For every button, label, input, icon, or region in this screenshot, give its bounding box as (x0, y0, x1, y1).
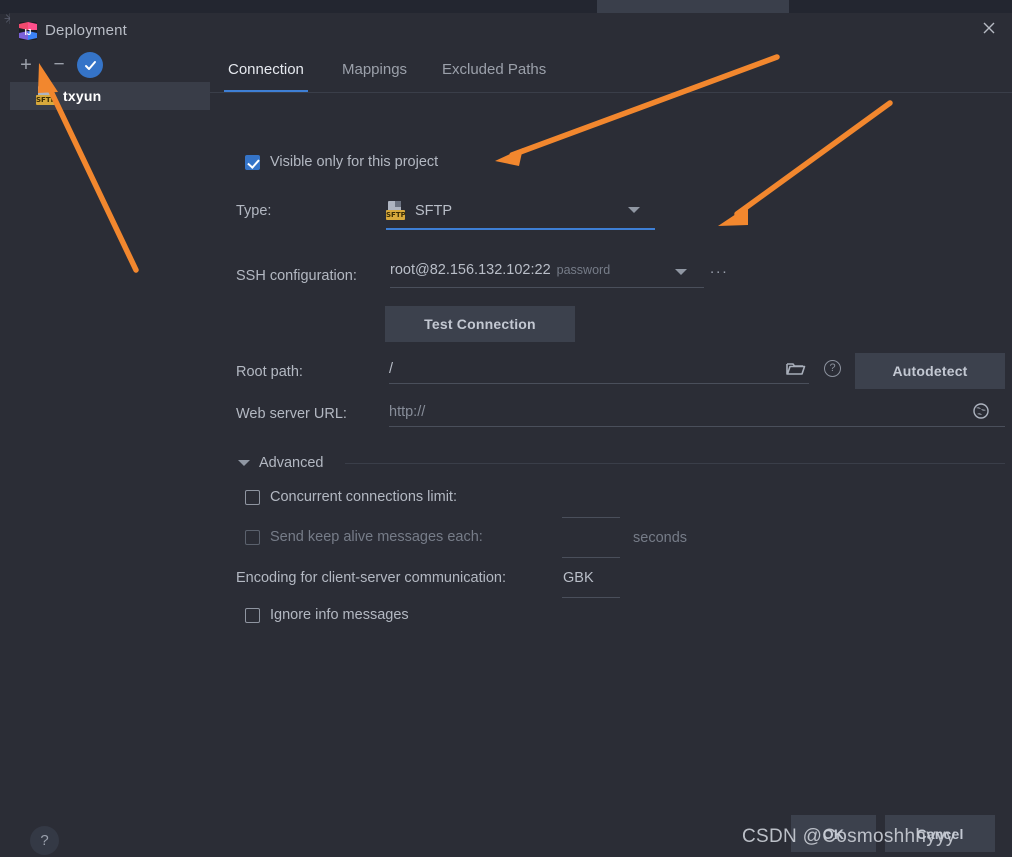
close-icon[interactable] (977, 20, 1001, 42)
visible-only-row: Visible only for this project (245, 154, 438, 170)
keep-alive-checkbox[interactable] (245, 529, 260, 545)
remove-server-button[interactable]: − (45, 51, 73, 79)
connection-settings-panel: Connection Mappings Excluded Paths Visib… (210, 48, 1012, 818)
svg-text:IJ: IJ (25, 28, 32, 37)
ssh-configuration-value: root@82.156.132.102:22 (390, 262, 551, 278)
tab-connection[interactable]: Connection (224, 57, 308, 93)
list-item[interactable]: SFTP txyun (10, 82, 210, 110)
web-server-url-input[interactable]: http:// (389, 403, 425, 421)
advanced-divider (345, 463, 1005, 464)
background-top-strip (0, 0, 1012, 14)
keep-alive-underline (562, 557, 620, 558)
concurrent-connections-input[interactable] (562, 484, 622, 510)
chevron-down-icon[interactable] (628, 207, 640, 213)
ssh-field-underline (390, 287, 704, 288)
ssh-more-button[interactable]: ... (710, 260, 729, 277)
sftp-type-icon: SFTP (386, 201, 406, 221)
encoding-value: GBK (563, 570, 594, 586)
cancel-button[interactable]: Cancel (885, 815, 995, 852)
deployment-servers-panel: + − SFTP txyun (10, 48, 210, 818)
concurrent-connections-label: Concurrent connections limit: (270, 489, 457, 505)
servers-toolbar: + − (10, 48, 210, 82)
intellij-idea-icon: IJ (18, 21, 38, 41)
visible-only-checkbox[interactable] (245, 154, 260, 170)
checkmark-icon[interactable] (77, 52, 103, 78)
encoding-label: Encoding for client-server communication… (236, 570, 506, 586)
concurrent-connections-checkbox[interactable] (245, 489, 260, 505)
web-server-url-label: Web server URL: (236, 406, 347, 422)
question-mark-icon[interactable]: ? (824, 360, 841, 377)
type-value: SFTP (415, 203, 453, 219)
type-label-wrap: Type: (236, 202, 271, 220)
ssh-chevron-down-icon[interactable] (675, 269, 687, 275)
visible-only-label: Visible only for this project (270, 154, 439, 170)
deployment-dialog: IJ Deployment + − SFTP txyun Connection … (10, 13, 1012, 857)
dialog-title-bar: IJ Deployment (10, 13, 1012, 48)
root-path-label-wrap: Root path: (236, 363, 303, 381)
keep-alive-row: Send keep alive messages each: (245, 529, 483, 545)
ssh-configuration-label: SSH configuration: (236, 268, 357, 284)
ssh-config-dropdown[interactable]: root@82.156.132.102:22 password (390, 262, 610, 278)
dialog-title: Deployment (45, 22, 128, 39)
ignore-info-row: Ignore info messages (245, 607, 409, 623)
root-path-input[interactable]: / (389, 360, 779, 378)
concurrent-connections-row: Concurrent connections limit: (245, 489, 457, 505)
ignore-info-checkbox[interactable] (245, 607, 260, 623)
ok-button[interactable]: OK (791, 815, 876, 852)
ssh-configuration-auth-type: password (556, 263, 611, 277)
keep-alive-input[interactable] (562, 524, 622, 550)
root-path-value: / (389, 361, 394, 377)
keep-alive-unit-wrap: seconds (633, 529, 687, 547)
settings-tabs: Connection Mappings Excluded Paths (210, 48, 1012, 93)
root-path-label: Root path: (236, 364, 303, 380)
type-dropdown[interactable]: SFTP SFTP (386, 195, 656, 227)
keep-alive-unit: seconds (633, 530, 688, 546)
dialog-footer: ? OK Cancel (10, 815, 1012, 857)
web-url-underline (389, 426, 1005, 427)
tab-mappings[interactable]: Mappings (338, 57, 411, 85)
help-button[interactable]: ? (30, 826, 59, 855)
test-connection-button[interactable]: Test Connection (385, 306, 575, 342)
encoding-underline (562, 597, 620, 598)
tab-excluded-paths[interactable]: Excluded Paths (438, 57, 550, 85)
connection-form: Visible only for this project Type: SFTP… (210, 92, 1012, 818)
tab-connection-label: Connection (228, 61, 304, 78)
tab-excluded-paths-label: Excluded Paths (442, 61, 547, 78)
type-field-underline (386, 228, 655, 230)
type-label: Type: (236, 203, 272, 219)
add-server-button[interactable]: + (12, 51, 40, 79)
concurrent-input-underline (562, 517, 620, 518)
advanced-label: Advanced (259, 455, 324, 471)
triangle-down-icon[interactable] (238, 460, 250, 466)
root-path-underline (389, 383, 809, 384)
ssh-config-label-wrap: SSH configuration: (236, 267, 357, 285)
globe-icon[interactable] (972, 402, 990, 425)
tab-mappings-label: Mappings (342, 61, 408, 78)
web-server-url-value: http:// (389, 404, 426, 420)
sftp-server-icon: SFTP (36, 86, 56, 106)
autodetect-button[interactable]: Autodetect (855, 353, 1005, 389)
encoding-label-wrap: Encoding for client-server communication… (236, 569, 506, 587)
keep-alive-label: Send keep alive messages each: (270, 529, 483, 545)
background-editor-tab (597, 0, 789, 13)
advanced-section-header[interactable]: Advanced (238, 455, 324, 471)
screen-root: ✳ IJ Deployment (0, 0, 1012, 857)
ignore-info-label: Ignore info messages (270, 607, 409, 623)
web-url-label-wrap: Web server URL: (236, 405, 347, 423)
folder-icon[interactable] (786, 360, 806, 383)
list-item-label: txyun (63, 88, 102, 104)
encoding-dropdown[interactable]: GBK (563, 569, 594, 587)
